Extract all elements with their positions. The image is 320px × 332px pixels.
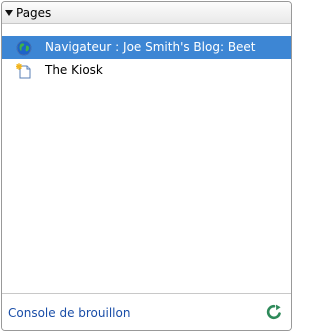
triangle-down-icon[interactable]	[5, 10, 13, 16]
console-link[interactable]: Console de brouillon	[8, 306, 130, 320]
page-label: Navigateur : Joe Smith's Blog: Beet	[45, 40, 256, 54]
pages-header[interactable]: Pages	[2, 2, 291, 24]
pages-header-title: Pages	[16, 5, 52, 20]
list-item-page-navigateur[interactable]: Navigateur : Joe Smith's Blog: Beet	[2, 36, 291, 59]
list-item-page-the-kiosk[interactable]: The Kiosk	[2, 59, 291, 82]
page-label: The Kiosk	[45, 63, 103, 77]
refresh-icon[interactable]	[265, 303, 283, 321]
pages-footer: Console de brouillon	[2, 293, 291, 330]
globe-icon	[16, 40, 32, 56]
pages-list: Navigateur : Joe Smith's Blog: Beet The …	[2, 36, 291, 294]
pages-panel: Pages Navigateur : Joe Smith's Blog: Bee…	[1, 1, 292, 331]
new-page-icon	[16, 63, 31, 79]
